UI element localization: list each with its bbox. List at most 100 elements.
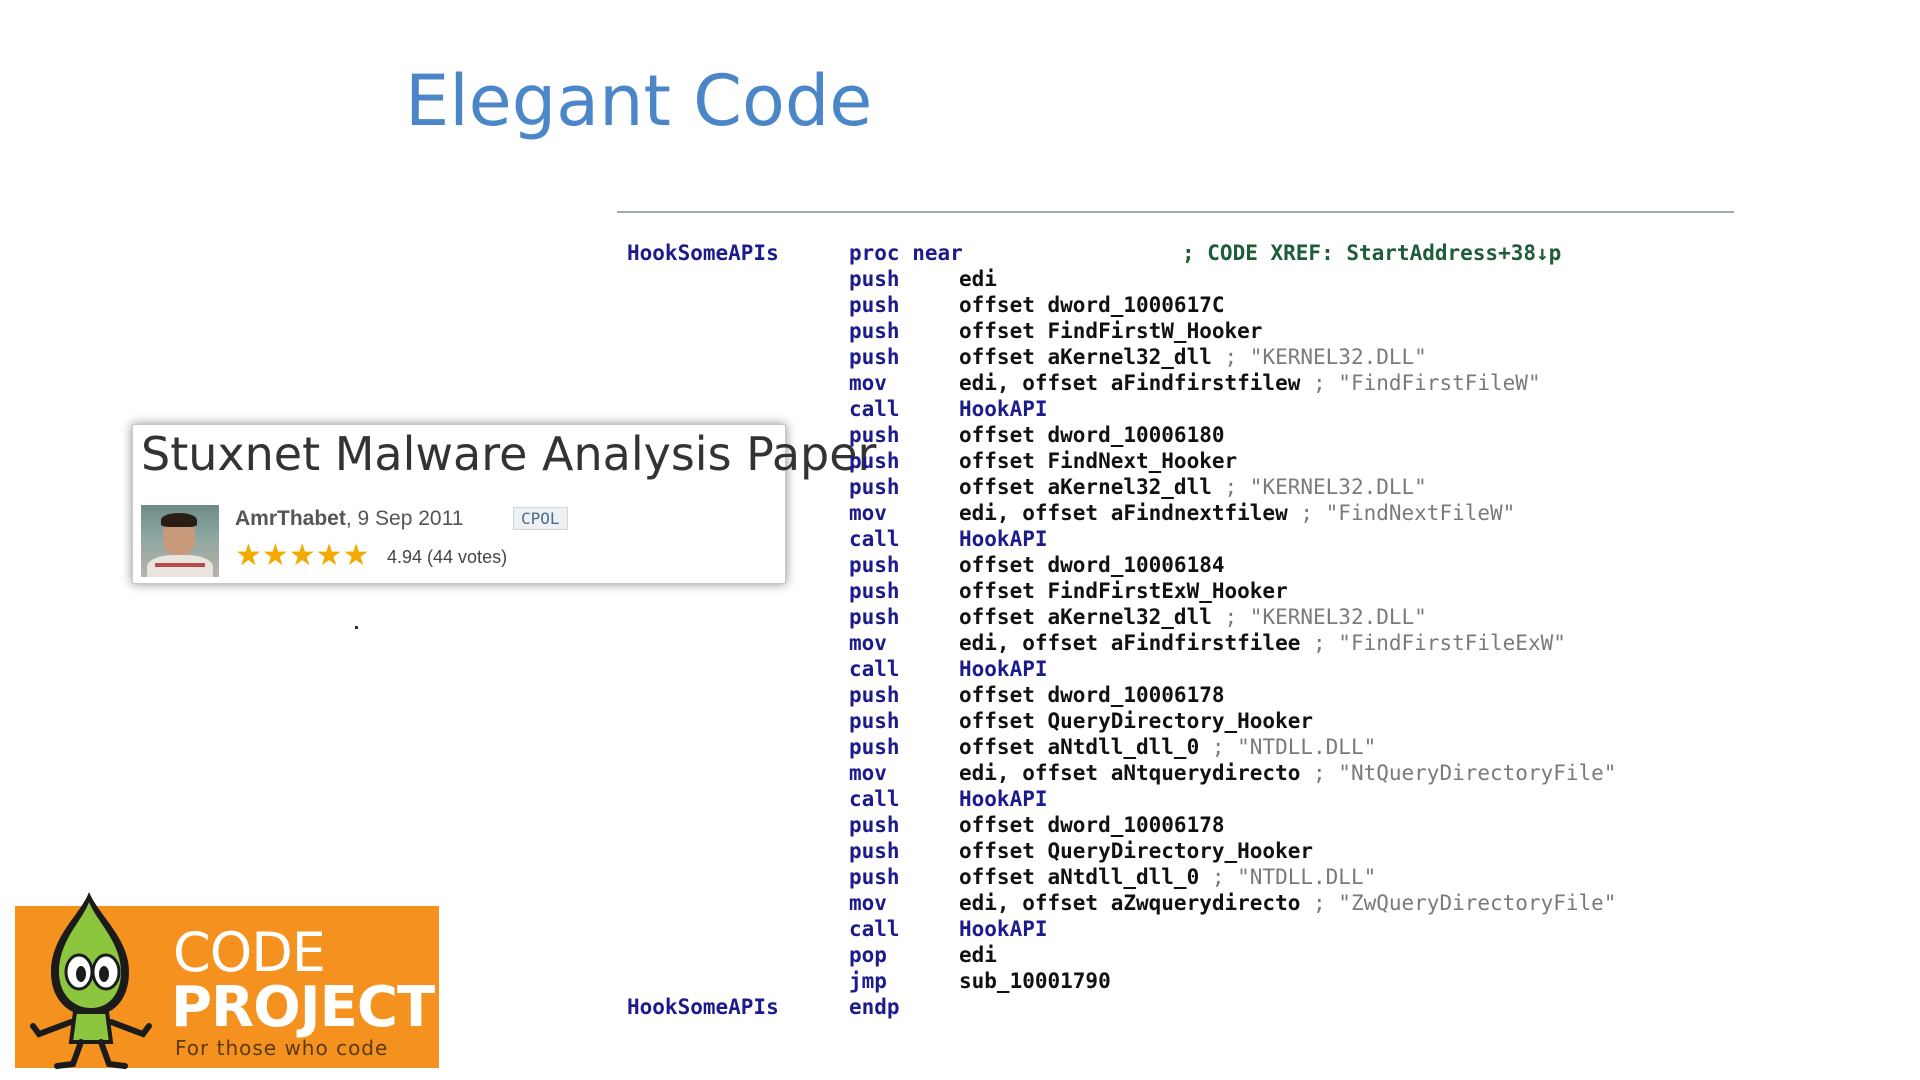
code-line: call HookAPI <box>627 526 1727 552</box>
code-mnemonic: push <box>849 683 900 707</box>
code-operand: offset aKernel32_dll ; "KERNEL32.DLL" <box>959 474 1427 500</box>
code-line: call HookAPI <box>627 786 1727 812</box>
code-line: push offset aKernel32_dll ; "KERNEL32.DLL… <box>627 474 1727 500</box>
license-badge[interactable]: CPOL <box>513 507 568 530</box>
article-date: , 9 Sep 2011 <box>345 507 464 530</box>
code-operand-text: edi, offset aFindfirstfilew <box>959 371 1314 395</box>
logo-text-project: PROJECT <box>171 975 435 1040</box>
mascot-icon <box>30 892 152 1069</box>
code-mnemonic: push <box>849 813 900 837</box>
slide-title: Elegant Code <box>405 60 873 142</box>
code-line: push offset dword_10006178 <box>627 682 1727 708</box>
article-meta: AmrThabet, 9 Sep 2011 <box>235 507 463 531</box>
code-mnemonic: call <box>849 917 900 941</box>
code-operand: offset dword_10006180 <box>959 422 1225 448</box>
code-line: push edi <box>627 266 1727 292</box>
code-line: call HookAPI <box>627 916 1727 942</box>
codeproject-logo: CODE PROJECT For those who code <box>15 892 439 1069</box>
code-operand: HookAPI <box>959 396 1048 422</box>
code-comment: ; "KERNEL32.DLL" <box>1224 475 1427 499</box>
code-mnemonic: push <box>849 865 900 889</box>
code-operand: edi, offset aZwquerydirecto ; "ZwQueryDi… <box>959 890 1616 916</box>
code-mnemonic: proc near <box>849 241 963 265</box>
code-operand-text: HookAPI <box>959 787 1048 811</box>
code-line: push offset dword_1000617C <box>627 292 1727 318</box>
code-operand: offset FindFirstW_Hooker <box>959 318 1262 344</box>
code-mnemonic: push <box>849 319 900 343</box>
code-operand-text: edi, offset aNtquerydirecto <box>959 761 1314 785</box>
code-mnemonic: push <box>849 423 900 447</box>
code-operand-text: HookAPI <box>959 917 1048 941</box>
code-line: push offset aKernel32_dll ; "KERNEL32.DLL… <box>627 604 1727 630</box>
code-line: push offset QueryDirectory_Hooker <box>627 838 1727 864</box>
code-mnemonic: mov <box>849 631 887 655</box>
code-mnemonic: mov <box>849 501 887 525</box>
code-mnemonic: call <box>849 397 900 421</box>
code-operand-text: edi, offset aFindfirstfilee <box>959 631 1314 655</box>
code-line: push offset dword_10006180 <box>627 422 1727 448</box>
code-line: push offset dword_10006178 <box>627 812 1727 838</box>
stray-dot <box>355 626 358 629</box>
code-operand: offset aKernel32_dll ; "KERNEL32.DLL" <box>959 604 1427 630</box>
code-operand-text: offset aKernel32_dll <box>959 475 1225 499</box>
code-operand: offset FindFirstExW_Hooker <box>959 578 1288 604</box>
code-mnemonic: push <box>849 709 900 733</box>
code-comment: ; "NTDLL.DLL" <box>1211 735 1377 759</box>
author-link[interactable]: AmrThabet <box>235 507 346 530</box>
code-operand-text: HookAPI <box>959 657 1048 681</box>
code-mnemonic: push <box>849 553 900 577</box>
code-operand-text: offset dword_10006184 <box>959 553 1225 577</box>
code-mnemonic: endp <box>849 995 900 1019</box>
slide: Elegant Code Stuxnet Malware Analysis Pa… <box>0 0 1920 1080</box>
code-operand-text: offset QueryDirectory_Hooker <box>959 709 1314 733</box>
rating-text: 4.94 (44 votes) <box>387 547 508 567</box>
code-line: push offset QueryDirectory_Hooker <box>627 708 1727 734</box>
code-mnemonic: call <box>849 527 900 551</box>
code-operand: offset dword_1000617C <box>959 292 1225 318</box>
code-operand: edi, offset aNtquerydirecto ; "NtQueryDi… <box>959 760 1616 786</box>
code-mnemonic: push <box>849 345 900 369</box>
divider <box>617 211 1734 213</box>
code-operand: HookAPI <box>959 916 1048 942</box>
code-mnemonic: push <box>849 605 900 629</box>
code-comment: ; "FindNextFileW" <box>1300 501 1516 525</box>
code-line: pop edi <box>627 942 1727 968</box>
code-operand-text: offset dword_10006178 <box>959 683 1225 707</box>
code-line: HookSomeAPIs endp <box>627 994 1727 1020</box>
code-operand-text: offset dword_1000617C <box>959 293 1225 317</box>
code-operand: edi, offset aFindfirstfilew ; "FindFirst… <box>959 370 1541 396</box>
code-operand-text: offset QueryDirectory_Hooker <box>959 839 1314 863</box>
code-operand-text: HookAPI <box>959 527 1048 551</box>
avatar[interactable] <box>141 505 219 577</box>
code-operand-text: sub_10001790 <box>959 969 1111 993</box>
code-operand: offset FindNext_Hooker <box>959 448 1237 474</box>
code-operand: offset aNtdll_dll_0 ; "NTDLL.DLL" <box>959 864 1376 890</box>
code-mnemonic: push <box>849 735 900 759</box>
code-operand: sub_10001790 <box>959 968 1111 994</box>
code-operand-text: offset aNtdll_dll_0 <box>959 865 1212 889</box>
rating-stars-icon[interactable]: ★★★★★ <box>235 541 369 571</box>
code-label: HookSomeAPIs <box>627 995 779 1019</box>
logo-tagline: For those who code <box>175 1036 389 1060</box>
code-line: call HookAPI <box>627 656 1727 682</box>
code-line: HookSomeAPIs proc near ; CODE XREF: StartA… <box>627 240 1727 266</box>
code-operand: offset dword_10006178 <box>959 682 1225 708</box>
code-line: call HookAPI <box>627 396 1727 422</box>
code-line: jmp sub_10001790 <box>627 968 1727 994</box>
disassembly-listing: HookSomeAPIs proc near ; CODE XREF: StartA… <box>627 240 1727 1020</box>
code-operand-text: edi, offset aZwquerydirecto <box>959 891 1314 915</box>
code-comment: ; "NTDLL.DLL" <box>1211 865 1377 889</box>
code-mnemonic: jmp <box>849 969 887 993</box>
code-operand: offset dword_10006178 <box>959 812 1225 838</box>
code-line: mov edi, offset aFindfirstfilew ; "FindFi… <box>627 370 1727 396</box>
code-operand: offset QueryDirectory_Hooker <box>959 708 1313 734</box>
code-operand: offset aKernel32_dll ; "KERNEL32.DLL" <box>959 344 1427 370</box>
code-mnemonic: call <box>849 657 900 681</box>
code-operand: offset dword_10006184 <box>959 552 1225 578</box>
code-operand: edi <box>959 266 997 292</box>
code-line: mov edi, offset aFindfirstfilee ; "FindFi… <box>627 630 1727 656</box>
code-operand-text: edi, offset aFindnextfilew <box>959 501 1301 525</box>
code-line: push offset aNtdll_dll_0 ; "NTDLL.DLL" <box>627 864 1727 890</box>
code-line: push offset dword_10006184 <box>627 552 1727 578</box>
code-line: push offset FindNext_Hooker <box>627 448 1727 474</box>
